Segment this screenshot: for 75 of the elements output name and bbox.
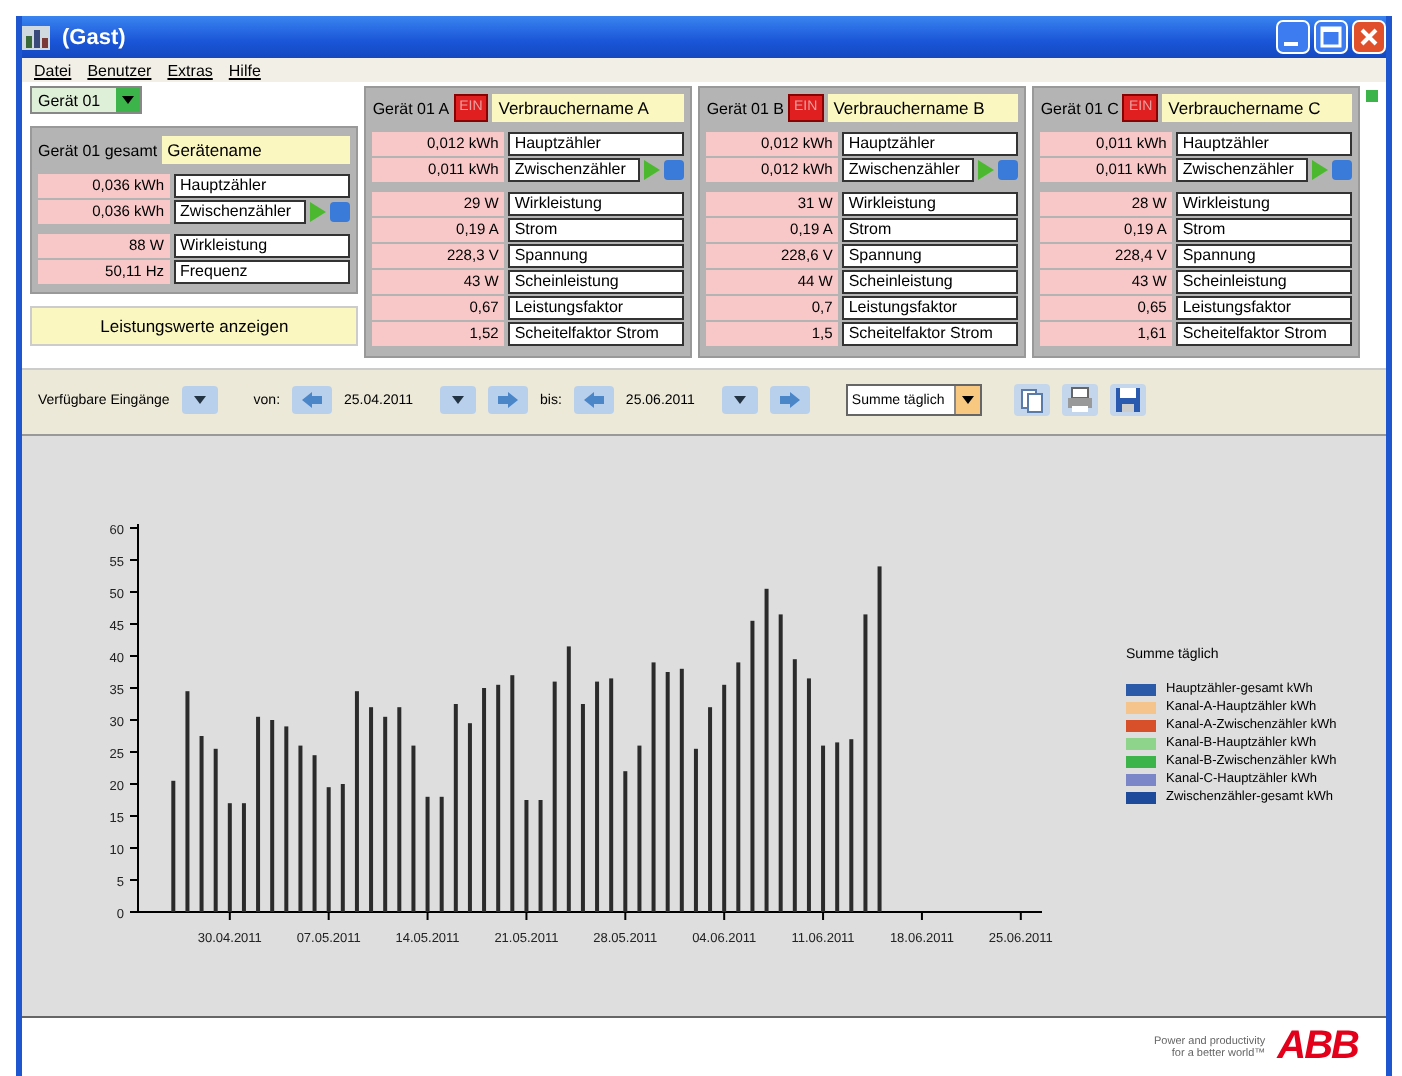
device-name-field[interactable]: Gerätename (161, 136, 351, 164)
back-arrow-button[interactable] (292, 386, 333, 414)
bar (439, 796, 444, 912)
menu-item[interactable]: Benutzer (87, 61, 152, 79)
label-field: Hauptzähler (508, 132, 685, 156)
label-field: Scheinleistung (508, 270, 685, 294)
back-arrow-button[interactable] (573, 386, 614, 414)
copy-icon[interactable] (1013, 384, 1050, 416)
label-field: Spannung (842, 244, 1019, 268)
label-field: Scheitelfaktor Strom (1176, 322, 1353, 346)
label-field: Scheinleistung (1176, 270, 1353, 294)
stop-icon[interactable] (998, 160, 1019, 180)
label-field: Strom (508, 218, 685, 242)
forward-arrow-button[interactable] (769, 386, 810, 414)
label-field: Scheitelfaktor Strom (508, 322, 685, 346)
label-field: Wirkleistung (842, 192, 1019, 216)
status-indicator (1366, 90, 1378, 102)
label-field: Zwischenzähler (1176, 158, 1309, 182)
label-field: Frequenz (174, 260, 351, 284)
bar (227, 803, 232, 912)
label-field: Wirkleistung (1176, 192, 1353, 216)
dropdown-button[interactable] (440, 386, 477, 414)
consumer-name-field[interactable]: Verbrauchername B (827, 94, 1019, 122)
maximize-button[interactable] (1314, 20, 1348, 54)
label-field: Hauptzähler (842, 132, 1019, 156)
bar (340, 784, 345, 912)
label-field: Leistungsfaktor (508, 296, 685, 320)
menu-item[interactable]: Datei (34, 61, 72, 79)
dropdown-button[interactable] (181, 386, 218, 414)
label-field: Spannung (1176, 244, 1353, 268)
menu-item[interactable]: Extras (167, 61, 213, 79)
bar (171, 780, 176, 912)
bar (538, 800, 543, 912)
dropdown-button[interactable] (721, 386, 758, 414)
minimize-button[interactable] (1276, 20, 1310, 54)
label-field: Zwischenzähler (174, 200, 306, 224)
stop-icon[interactable] (664, 160, 685, 180)
bar (623, 771, 628, 912)
label-field: Zwischenzähler (508, 158, 641, 182)
caret-icon (122, 96, 134, 104)
stop-icon[interactable] (330, 202, 350, 222)
show-values-button[interactable]: Leistungswerte anzeigen (30, 306, 359, 346)
window-title: (Gast) (62, 25, 128, 49)
close-button[interactable] (1352, 20, 1386, 54)
consumer-name-field[interactable]: Verbrauchername C (1162, 94, 1353, 122)
forward-arrow-button[interactable] (488, 386, 529, 414)
save-icon[interactable] (1109, 384, 1146, 416)
label-field: Spannung (508, 244, 685, 268)
consumer-name-field[interactable]: Verbrauchername A (492, 94, 685, 122)
label-field: Strom (1176, 218, 1353, 242)
device-dropdown[interactable]: Gerät 01 (30, 86, 142, 114)
label-field: Leistungsfaktor (842, 296, 1019, 320)
label-field: Hauptzähler (1176, 132, 1353, 156)
label-field: Scheitelfaktor Strom (842, 322, 1019, 346)
channel-label: Gerät 01 A (372, 99, 450, 117)
label-field: Scheinleistung (842, 270, 1019, 294)
label-field: Strom (842, 218, 1019, 242)
label-field: Zwischenzähler (842, 158, 975, 182)
label-field: Wirkleistung (508, 192, 685, 216)
label-field: Wirkleistung (174, 234, 351, 258)
channel-label: Gerät 01 C (1040, 99, 1119, 117)
label-field: Hauptzähler (174, 174, 351, 198)
bar (326, 787, 331, 912)
menu-item[interactable]: Hilfe (228, 61, 261, 79)
bar (241, 803, 246, 912)
logo: ABB (1277, 1024, 1358, 1070)
device-label: Gerät 01 gesamt (38, 141, 158, 159)
stop-icon[interactable] (1332, 160, 1353, 180)
app-icon (22, 25, 50, 49)
caret-icon (961, 396, 974, 404)
print-icon[interactable] (1061, 384, 1098, 416)
label-field: Leistungsfaktor (1176, 296, 1353, 320)
bar (425, 796, 430, 912)
channel-label: Gerät 01 B (706, 99, 785, 117)
bar (524, 800, 529, 912)
